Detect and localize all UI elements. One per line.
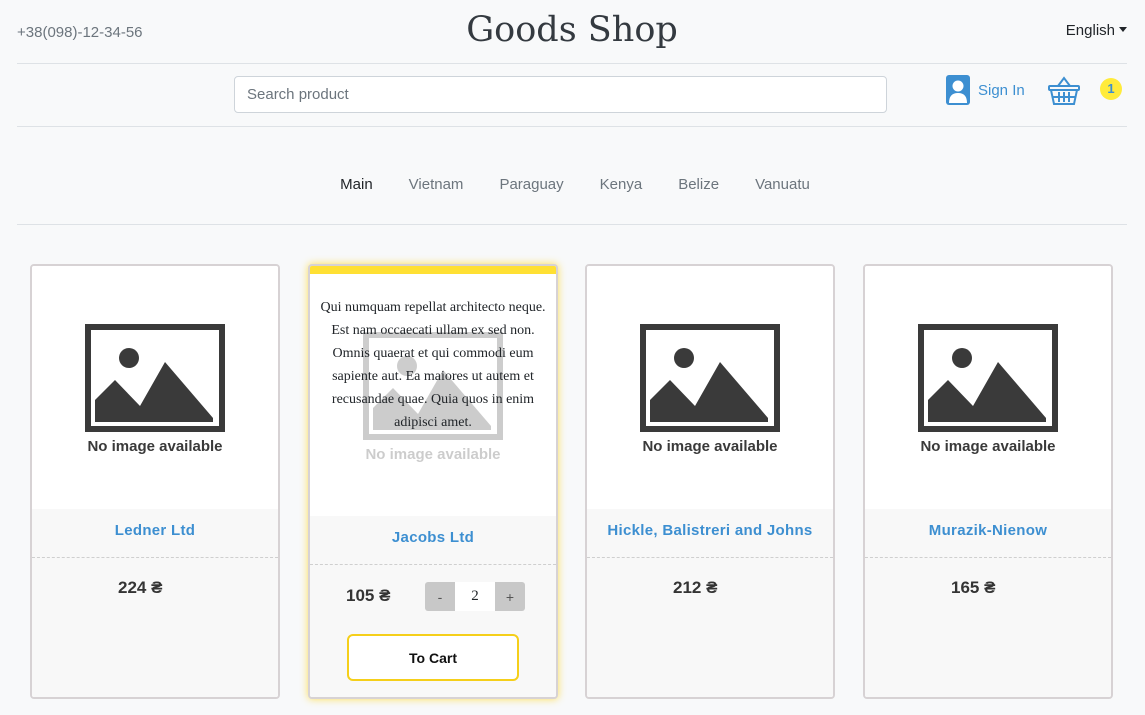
no-image-label: No image available [87, 438, 223, 455]
to-cart-button[interactable]: To Cart [347, 634, 519, 681]
product-name-link[interactable]: Jacobs Ltd [310, 516, 556, 546]
product-price-area: 224 ₴ [32, 558, 278, 697]
product-price: 224 ₴ [118, 578, 163, 597]
no-image-icon [640, 324, 780, 432]
product-card[interactable]: No image available Ledner Ltd 224 ₴ [30, 264, 280, 699]
product-name-link[interactable]: Ledner Ltd [32, 509, 278, 539]
product-price: 212 ₴ [673, 578, 718, 597]
no-image-icon [85, 324, 225, 432]
product-card-hovered[interactable]: No image available Qui numquam repellat … [308, 264, 558, 699]
search-bar: Sign In 1 [17, 64, 1127, 127]
product-image[interactable]: No image available Qui numquam repellat … [310, 274, 556, 516]
product-description: Qui numquam repellat architecto neque. E… [320, 300, 546, 430]
product-price: 105 ₴ [346, 586, 391, 605]
product-card[interactable]: No image available Hickle, Balistreri an… [585, 264, 835, 699]
category-paraguay[interactable]: Paraguay [481, 176, 581, 193]
product-price-area: 105 ₴ - + To Cart [310, 565, 556, 697]
product-price: 165 ₴ [951, 578, 996, 597]
category-vietnam[interactable]: Vietnam [391, 176, 482, 193]
no-image-label: No image available [920, 438, 1056, 455]
language-label: English [1065, 22, 1115, 39]
cart-button[interactable]: 1 [1048, 76, 1122, 108]
product-name-area: Jacobs Ltd [310, 516, 556, 565]
product-name-area: Hickle, Balistreri and Johns [587, 509, 833, 558]
quantity-input[interactable] [455, 582, 495, 611]
language-dropdown[interactable]: English [1066, 22, 1127, 39]
cart-count-badge: 1 [1100, 78, 1122, 100]
category-vanuatu[interactable]: Vanuatu [737, 176, 828, 193]
caret-down-icon [1119, 27, 1127, 32]
product-price-area: 212 ₴ [587, 558, 833, 697]
no-image-icon [918, 324, 1058, 432]
site-logo[interactable]: Goods Shop [17, 10, 1127, 50]
category-main[interactable]: Main [322, 176, 391, 193]
no-image-label: No image available [642, 438, 778, 455]
product-image[interactable]: No image available [32, 266, 278, 509]
sign-in-label: Sign In [978, 81, 1025, 99]
product-name-link[interactable]: Murazik-Nienow [865, 509, 1111, 539]
highlight-strip [310, 266, 556, 274]
sign-in-link[interactable]: Sign In [946, 75, 1025, 105]
category-belize[interactable]: Belize [660, 176, 737, 193]
product-name-link[interactable]: Hickle, Balistreri and Johns [587, 509, 833, 539]
product-price-area: 165 ₴ [865, 558, 1111, 697]
user-icon [946, 75, 970, 105]
basket-icon [1048, 76, 1080, 105]
quantity-stepper: - + [425, 582, 525, 611]
product-name-area: Murazik-Nienow [865, 509, 1111, 558]
no-image-label: No image available [365, 446, 501, 463]
product-image[interactable]: No image available [587, 266, 833, 509]
search-input[interactable] [234, 76, 887, 113]
decrease-quantity-button[interactable]: - [425, 582, 455, 611]
product-image[interactable]: No image available [865, 266, 1111, 509]
category-nav: Main Vietnam Paraguay Kenya Belize Vanua… [17, 145, 1127, 225]
category-kenya[interactable]: Kenya [582, 176, 661, 193]
top-bar: +38(098)-12-34-56 Goods Shop English [17, 0, 1127, 64]
increase-quantity-button[interactable]: + [495, 582, 525, 611]
product-name-area: Ledner Ltd [32, 509, 278, 558]
product-card[interactable]: No image available Murazik-Nienow 165 ₴ [863, 264, 1113, 699]
